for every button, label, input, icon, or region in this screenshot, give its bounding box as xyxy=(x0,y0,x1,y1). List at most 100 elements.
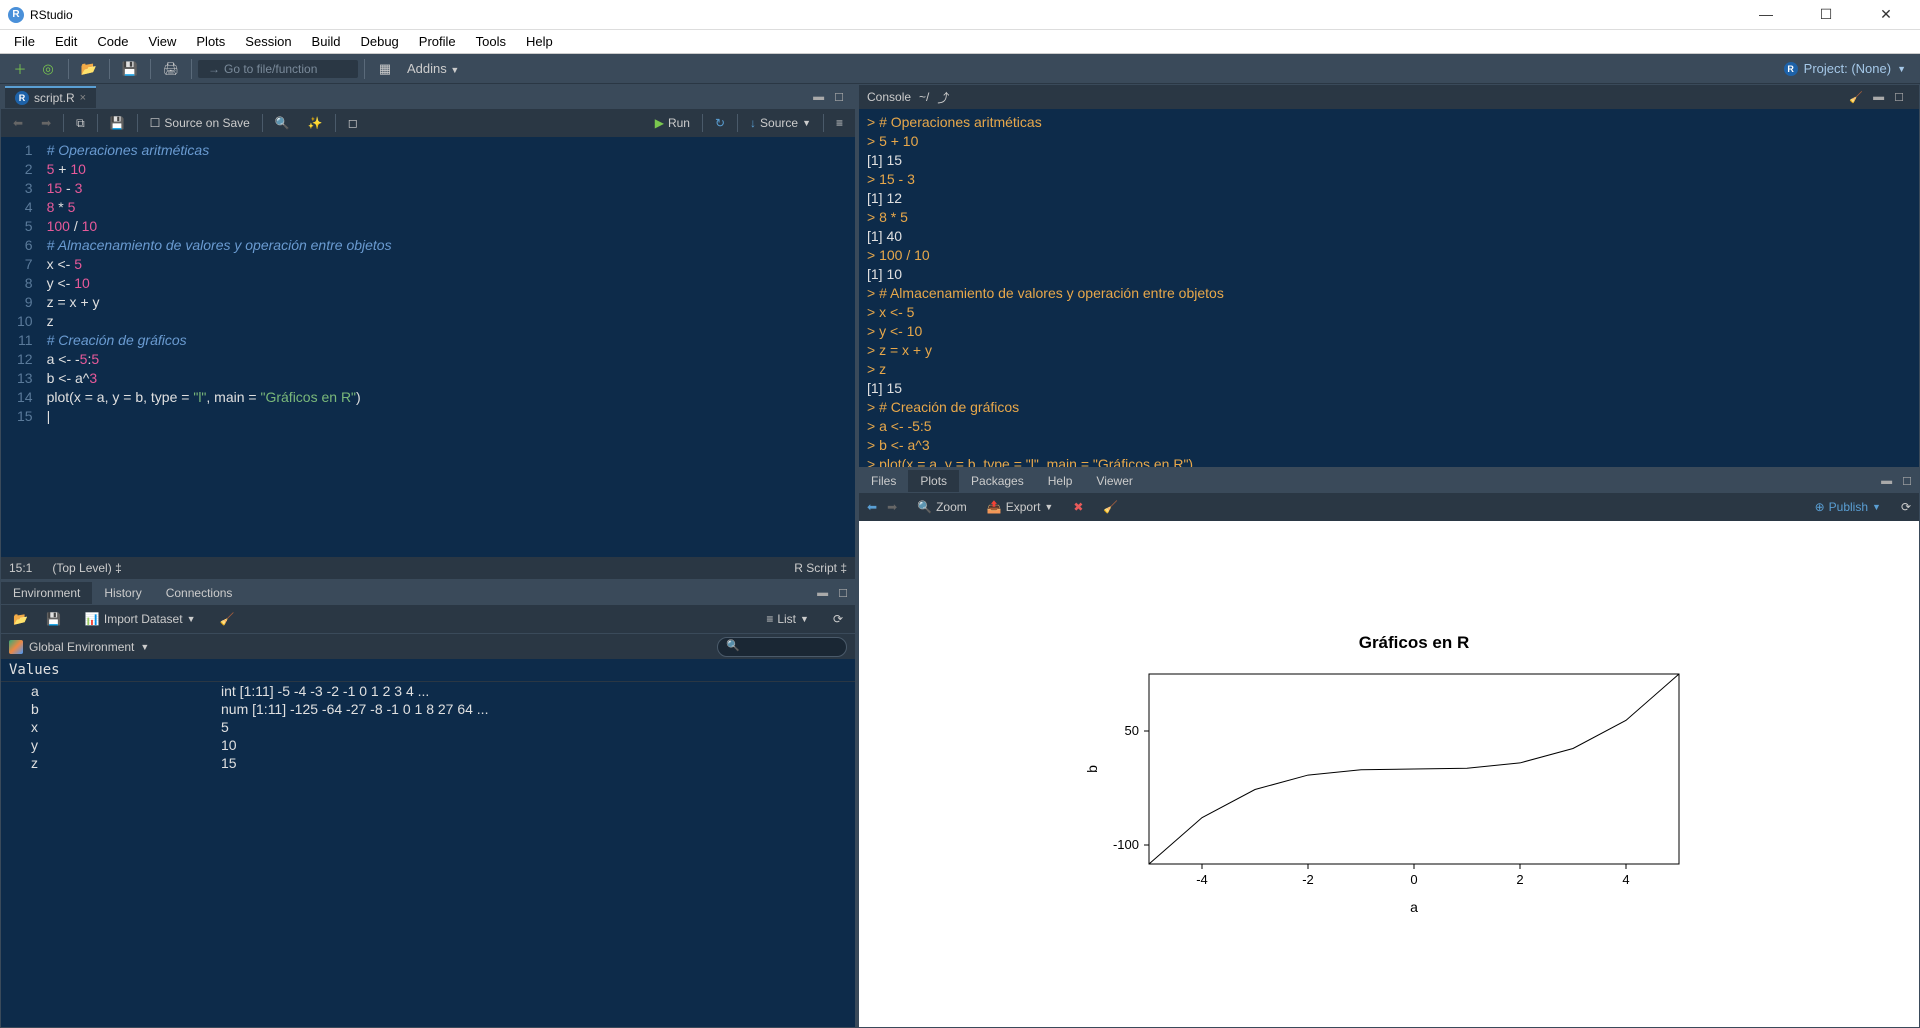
maximize-plots-icon[interactable]: ☐ xyxy=(1899,475,1915,488)
env-scope-dropdown[interactable]: Global Environment ▼ xyxy=(9,640,149,654)
back-button[interactable]: ⬅ xyxy=(7,114,29,132)
env-var-row[interactable]: y10 xyxy=(1,736,855,754)
menu-file[interactable]: File xyxy=(4,31,45,52)
clear-console-icon[interactable]: 🧹 xyxy=(1846,91,1866,104)
maximize-env-icon[interactable]: ☐ xyxy=(835,587,851,600)
env-var-row[interactable]: aint [1:11] -5 -4 -3 -2 -1 0 1 2 3 4 ... xyxy=(1,682,855,700)
menu-plots[interactable]: Plots xyxy=(186,31,235,52)
print-button[interactable]: 🖨 xyxy=(159,57,183,81)
env-var-row[interactable]: bnum [1:11] -125 -64 -27 -8 -1 0 1 8 27 … xyxy=(1,700,855,718)
plots-tab-files[interactable]: Files xyxy=(859,470,908,492)
source-on-save-checkbox[interactable]: ☐ Source on Save xyxy=(144,114,256,132)
plot-svg: Gráficos en R-4-2024-10050ab xyxy=(1079,624,1699,924)
source-tab-script[interactable]: R script.R × xyxy=(5,86,96,108)
svg-text:-4: -4 xyxy=(1196,872,1208,887)
source-editor[interactable]: 123456789101112131415 # Operaciones arit… xyxy=(1,137,855,557)
load-workspace-button[interactable]: 📂 xyxy=(7,610,34,628)
save-source-button[interactable]: 💾 xyxy=(104,114,131,132)
rerun-button[interactable]: ↻ xyxy=(709,114,731,132)
scope-selector[interactable]: (Top Level) ‡ xyxy=(52,561,121,575)
next-plot-button[interactable]: ➡ xyxy=(887,500,897,514)
menu-view[interactable]: View xyxy=(138,31,186,52)
clear-plots-button[interactable]: 🧹 xyxy=(1103,500,1118,514)
maximize-console-icon[interactable]: ☐ xyxy=(1891,91,1907,104)
prev-plot-button[interactable]: ⬅ xyxy=(867,500,877,514)
file-type-selector[interactable]: R Script ‡ xyxy=(794,561,847,575)
plots-tab-packages[interactable]: Packages xyxy=(959,470,1036,492)
env-tab-connections[interactable]: Connections xyxy=(154,582,245,604)
menu-session[interactable]: Session xyxy=(235,31,301,52)
plots-pane: FilesPlotsPackagesHelpViewer ▬ ☐ ⬅ ➡ 🔍 Z… xyxy=(858,468,1920,1028)
svg-text:-2: -2 xyxy=(1302,872,1314,887)
svg-text:50: 50 xyxy=(1125,723,1139,738)
close-button[interactable]: ✕ xyxy=(1868,6,1904,23)
env-var-row[interactable]: z15 xyxy=(1,754,855,772)
maximize-button[interactable]: ☐ xyxy=(1808,6,1844,23)
find-button[interactable]: 🔍 xyxy=(269,114,296,132)
refresh-env-button[interactable]: ⟳ xyxy=(827,610,849,628)
minimize-pane-icon[interactable]: ▬ xyxy=(810,91,827,104)
close-tab-icon[interactable]: × xyxy=(80,92,86,104)
popout-console-icon[interactable]: ⤴ xyxy=(937,89,949,106)
menu-help[interactable]: Help xyxy=(516,31,563,52)
refresh-plot-button[interactable]: ⟳ xyxy=(1901,500,1911,514)
menubar: FileEditCodeViewPlotsSessionBuildDebugPr… xyxy=(0,30,1920,54)
source-button[interactable]: ↓ Source ▼ xyxy=(744,114,817,132)
publish-dropdown[interactable]: ⊕ Publish ▼ xyxy=(1815,500,1881,514)
show-in-new-window-button[interactable]: ⧉ xyxy=(70,114,91,133)
menu-code[interactable]: Code xyxy=(87,31,138,52)
env-scope-bar: Global Environment ▼ 🔍 xyxy=(1,633,855,659)
source-tabs: R script.R × ▬ ☐ xyxy=(1,85,855,109)
minimize-plots-icon[interactable]: ▬ xyxy=(1878,475,1895,488)
new-project-button[interactable]: ◎ xyxy=(36,57,60,81)
env-tab-environment[interactable]: Environment xyxy=(1,582,92,604)
addins-dropdown[interactable]: Addins ▼ xyxy=(399,59,467,78)
source-toolbar: ⬅ ➡ ⧉ 💾 ☐ Source on Save 🔍 ✨ ◻ ▶ Run ↻ ↓… xyxy=(1,109,855,137)
env-toolbar: 📂 💾 📊 Import Dataset ▼ 🧹 ≡ List ▼ ⟳ xyxy=(1,605,855,633)
env-search-input[interactable]: 🔍 xyxy=(717,637,847,657)
maximize-pane-icon[interactable]: ☐ xyxy=(831,91,847,104)
save-button[interactable]: 💾 xyxy=(118,57,142,81)
project-dropdown[interactable]: R Project: (None) ▼ xyxy=(1776,59,1914,78)
clear-env-button[interactable]: 🧹 xyxy=(213,610,240,628)
menu-build[interactable]: Build xyxy=(302,31,351,52)
code-body[interactable]: # Operaciones aritméticas5 + 1015 - 38 *… xyxy=(41,137,855,557)
open-file-button[interactable]: 📂 xyxy=(77,57,101,81)
r-project-icon: R xyxy=(1784,62,1798,76)
run-button[interactable]: ▶ Run xyxy=(649,114,696,132)
menu-tools[interactable]: Tools xyxy=(466,31,516,52)
zoom-button[interactable]: 🔍 Zoom xyxy=(917,500,967,514)
svg-text:0: 0 xyxy=(1410,872,1417,887)
outline-button[interactable]: ≡ xyxy=(830,114,849,132)
r-script-icon: R xyxy=(15,91,29,105)
environment-pane: EnvironmentHistoryConnections ▬ ☐ 📂 💾 📊 … xyxy=(0,580,856,1028)
console-output[interactable]: > # Operaciones aritméticas> 5 + 10[1] 1… xyxy=(859,109,1919,467)
rstudio-logo-icon: R xyxy=(8,7,24,23)
minimize-button[interactable]: — xyxy=(1748,6,1784,23)
plots-tab-plots[interactable]: Plots xyxy=(908,470,959,492)
plots-tab-viewer[interactable]: Viewer xyxy=(1084,470,1144,492)
menu-edit[interactable]: Edit xyxy=(45,31,87,52)
export-dropdown[interactable]: 📤 Export ▼ xyxy=(987,500,1054,514)
env-tab-history[interactable]: History xyxy=(92,582,153,604)
minimize-console-icon[interactable]: ▬ xyxy=(1870,91,1887,104)
minimize-env-icon[interactable]: ▬ xyxy=(814,587,831,600)
menu-profile[interactable]: Profile xyxy=(409,31,466,52)
remove-plot-button[interactable]: ✖ xyxy=(1073,500,1083,514)
grid-button[interactable]: ▦ xyxy=(373,57,397,81)
new-file-button[interactable]: ＋ xyxy=(8,57,32,81)
console-label: Console xyxy=(867,90,911,104)
env-section-header: Values xyxy=(1,659,855,682)
env-var-row[interactable]: x5 xyxy=(1,718,855,736)
wand-button[interactable]: ✨ xyxy=(302,114,329,132)
compile-button[interactable]: ◻ xyxy=(342,114,364,132)
plots-tab-help[interactable]: Help xyxy=(1036,470,1085,492)
svg-text:Gráficos en R: Gráficos en R xyxy=(1359,633,1470,652)
goto-file-function-input[interactable]: → Go to file/function xyxy=(198,60,358,78)
import-dataset-dropdown[interactable]: 📊 Import Dataset ▼ xyxy=(79,610,202,628)
forward-button[interactable]: ➡ xyxy=(35,114,57,132)
menu-debug[interactable]: Debug xyxy=(350,31,408,52)
save-workspace-button[interactable]: 💾 xyxy=(40,610,67,628)
plot-area: Gráficos en R-4-2024-10050ab xyxy=(859,521,1919,1027)
env-view-dropdown[interactable]: ≡ List ▼ xyxy=(760,610,815,628)
